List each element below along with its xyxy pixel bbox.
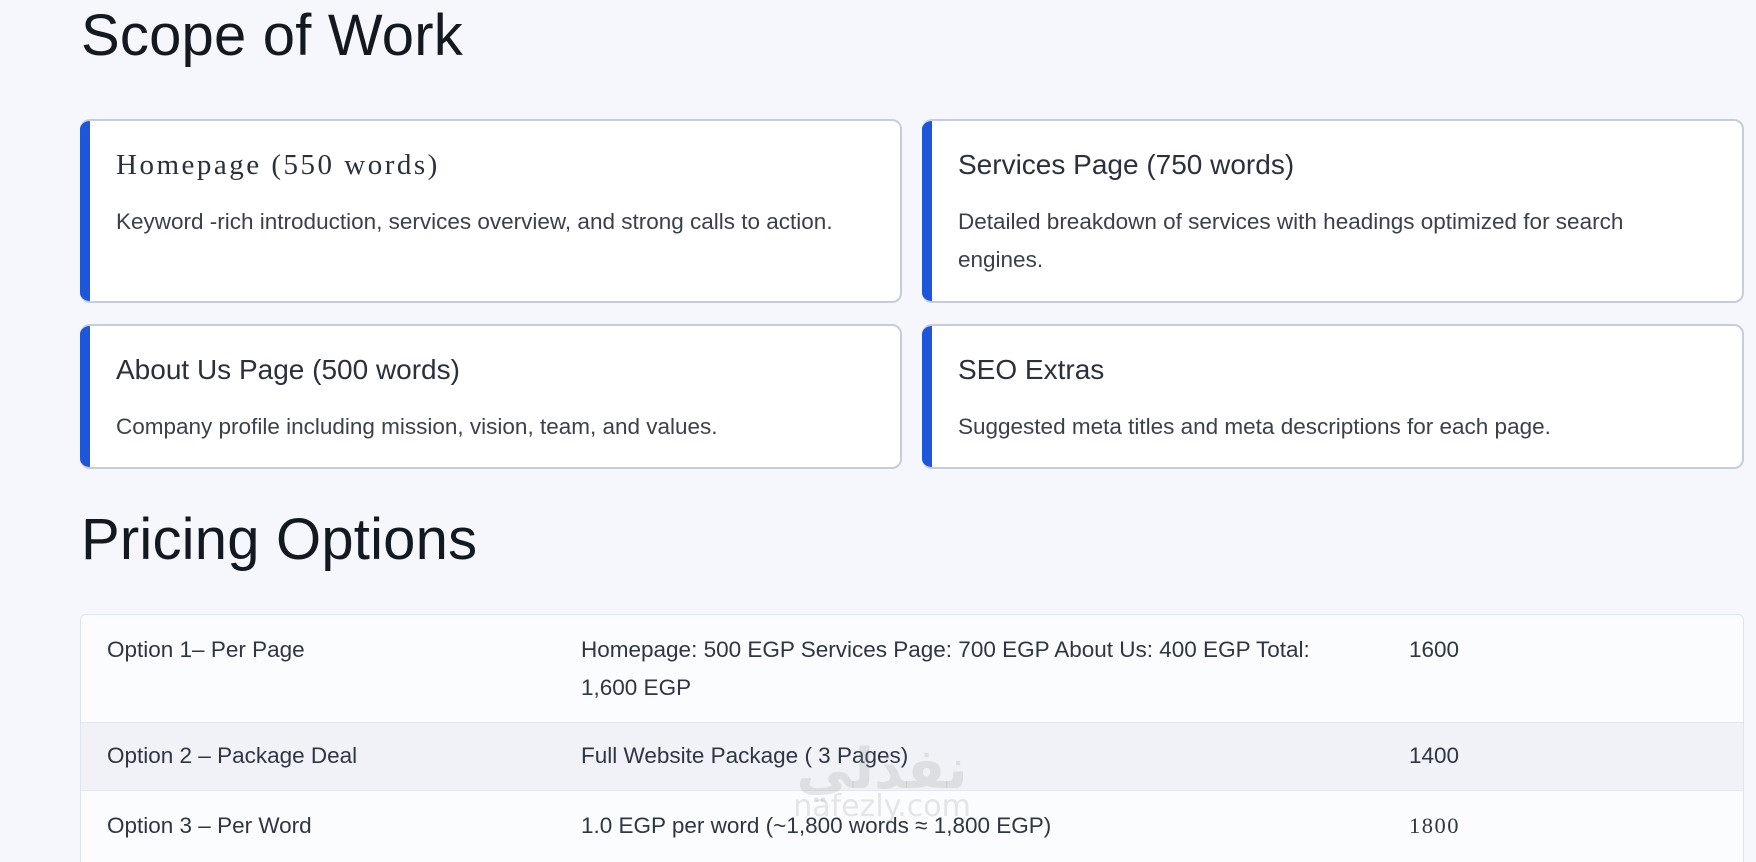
pricing-row-package-deal: Option 2 – Package Deal Full Website Pac… — [81, 723, 1743, 791]
scope-card-seo-extras: SEO Extras Suggested meta titles and met… — [922, 324, 1744, 469]
pricing-option-details: Homepage: 500 EGP Services Page: 700 EGP… — [581, 637, 1310, 700]
card-title: Homepage (550 words) — [116, 149, 440, 181]
scope-of-work-heading: Scope of Work — [81, 3, 463, 68]
pricing-option-details: Full Website Package ( 3 Pages) — [581, 743, 909, 768]
card-description: Company profile including mission, visio… — [116, 414, 718, 439]
card-title: SEO Extras — [958, 354, 1105, 385]
pricing-row-per-word: Option 3 – Per Word 1.0 EGP per word (~1… — [81, 791, 1743, 862]
card-description: Detailed breakdown of services with head… — [958, 209, 1624, 272]
scope-card-services-page: Services Page (750 words) Detailed break… — [922, 119, 1744, 303]
pricing-option-name: Option 2 – Package Deal — [107, 743, 358, 768]
pricing-option-price: 1400 — [1409, 743, 1460, 768]
card-title: About Us Page (500 words) — [116, 354, 460, 385]
card-description: Suggested meta titles and meta descripti… — [958, 414, 1551, 439]
scope-card-about-us-page: About Us Page (500 words) Company profil… — [80, 324, 902, 469]
card-title: Services Page (750 words) — [958, 149, 1295, 180]
pricing-option-price: 1600 — [1409, 637, 1460, 662]
card-description: Keyword -rich introduction, services ove… — [116, 209, 833, 234]
pricing-option-name: Option 3 – Per Word — [107, 813, 312, 838]
pricing-options-heading: Pricing Options — [81, 507, 478, 572]
scope-card-homepage: Homepage (550 words) Keyword -rich intro… — [80, 119, 902, 303]
pricing-option-name: Option 1– Per Page — [107, 637, 305, 662]
pricing-option-details: 1.0 EGP per word (~1,800 words ≈ 1,800 E… — [581, 813, 1052, 838]
pricing-option-price: 1800 — [1409, 813, 1460, 838]
pricing-table: Option 1– Per Page Homepage: 500 EGP Ser… — [80, 614, 1744, 862]
pricing-row-per-page: Option 1– Per Page Homepage: 500 EGP Ser… — [81, 615, 1743, 723]
